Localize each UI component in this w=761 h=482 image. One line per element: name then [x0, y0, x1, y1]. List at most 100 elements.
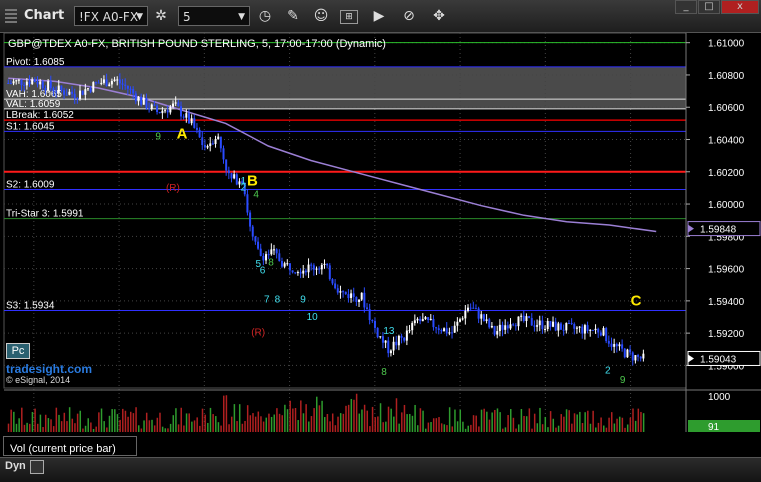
- candle-body: [528, 316, 531, 319]
- interval-select[interactable]: 5 ▼: [178, 6, 250, 26]
- candle-body: [124, 84, 127, 86]
- volume-bar: [143, 420, 145, 432]
- close-button[interactable]: x: [721, 0, 759, 14]
- candle-body: [631, 352, 634, 361]
- pc-button[interactable]: Pc: [6, 343, 30, 359]
- minimize-button[interactable]: _: [675, 0, 697, 14]
- volume-bar: [292, 408, 294, 432]
- candle-body: [286, 263, 289, 265]
- candle-body: [488, 319, 491, 328]
- candle-body: [185, 113, 188, 118]
- volume-bar: [76, 413, 79, 432]
- volume-bar: [108, 415, 111, 432]
- volume-bar: [579, 411, 581, 432]
- candle-body: [15, 80, 18, 82]
- volume-bar: [337, 416, 339, 432]
- candle-body: [280, 261, 283, 267]
- play-icon[interactable]: ▶: [368, 5, 390, 27]
- pin-icon[interactable]: ✥: [428, 5, 450, 27]
- candle-body: [451, 332, 454, 334]
- candle-body: [581, 326, 584, 334]
- volume-bar: [520, 409, 523, 432]
- candle-body: [164, 110, 167, 112]
- candle-body: [187, 113, 190, 124]
- candle-body: [533, 325, 536, 327]
- volume-bar: [15, 423, 18, 432]
- candle-body: [36, 81, 39, 85]
- link-icon[interactable]: ⊘: [398, 5, 420, 27]
- candle: [626, 348, 629, 358]
- candle-body: [172, 103, 175, 107]
- smiley-icon[interactable]: ☺: [310, 5, 332, 27]
- candle-body: [134, 93, 137, 102]
- candle-body: [360, 292, 363, 300]
- candle: [376, 327, 379, 339]
- volume-bar: [289, 400, 291, 432]
- volume-bar: [281, 415, 283, 432]
- symbol-value: !FX A0-FX: [79, 10, 139, 24]
- volume-bar: [21, 407, 23, 432]
- volume-bar: [510, 409, 512, 432]
- volume-bar: [252, 413, 254, 432]
- clock-icon[interactable]: ◷: [254, 5, 276, 27]
- value-area-band: [4, 66, 686, 109]
- candle-body: [554, 321, 557, 331]
- candle-body: [233, 174, 236, 179]
- symbol-input[interactable]: !FX A0-FX ▼: [74, 6, 148, 26]
- zoom-icon[interactable]: [30, 460, 44, 474]
- volume-bar: [79, 410, 82, 432]
- volume-bar: [84, 425, 87, 432]
- candle-body: [227, 170, 230, 174]
- candle-body: [629, 349, 632, 353]
- volume-bar: [36, 423, 39, 432]
- volume-bar: [244, 420, 246, 432]
- candle-body: [52, 88, 55, 92]
- volume-bar: [475, 415, 477, 432]
- grip-icon[interactable]: [5, 9, 17, 23]
- candle-body: [602, 328, 605, 336]
- candle-body: [376, 327, 379, 338]
- volume-bar: [568, 410, 570, 432]
- dyn-button[interactable]: Dyn: [5, 460, 26, 472]
- volume-bar: [353, 399, 355, 432]
- candle-body: [395, 341, 398, 346]
- volume-bar: [223, 395, 225, 432]
- copyright: © eSignal, 2014: [6, 375, 71, 385]
- candle-body: [427, 317, 430, 320]
- window-title: Chart: [24, 8, 65, 23]
- volume-bar: [207, 422, 209, 432]
- gallery-icon[interactable]: ⊞: [340, 10, 358, 24]
- chevron-down-icon[interactable]: ▼: [238, 7, 245, 27]
- candle-body: [578, 326, 581, 328]
- chart-header: GBP@TDEX A0-FX, BRITISH POUND STERLING, …: [8, 38, 386, 50]
- volume-bar: [268, 413, 270, 432]
- candle-body: [522, 315, 525, 322]
- volume-bar: [464, 428, 467, 432]
- pencil-icon[interactable]: ✎: [282, 5, 304, 27]
- count-label-3: 4: [253, 190, 259, 201]
- maximize-button[interactable]: □: [698, 0, 720, 14]
- candle-body: [150, 104, 153, 109]
- chevron-down-icon[interactable]: ▼: [136, 7, 143, 27]
- candle-body: [453, 325, 456, 333]
- volume-bar: [329, 421, 331, 432]
- ytick-label-0: 1.61000: [708, 39, 745, 50]
- volume-bar: [480, 409, 483, 432]
- candle-body: [456, 321, 459, 326]
- candle-body: [384, 340, 387, 343]
- volume-bar: [552, 418, 555, 432]
- candle: [235, 172, 238, 186]
- volume-bar: [286, 409, 289, 432]
- settings-icon[interactable]: ✲: [150, 5, 172, 27]
- volume-bar: [584, 412, 586, 432]
- candle-body: [573, 324, 576, 329]
- candle-body: [373, 320, 376, 328]
- candle-body: [575, 327, 578, 329]
- candle-body: [315, 268, 318, 270]
- volume-bar: [201, 408, 204, 432]
- volume-bar: [74, 423, 76, 432]
- candle-body: [615, 344, 618, 347]
- volume-bar: [137, 425, 140, 432]
- volume-bar: [547, 427, 549, 432]
- candle-body: [166, 110, 169, 113]
